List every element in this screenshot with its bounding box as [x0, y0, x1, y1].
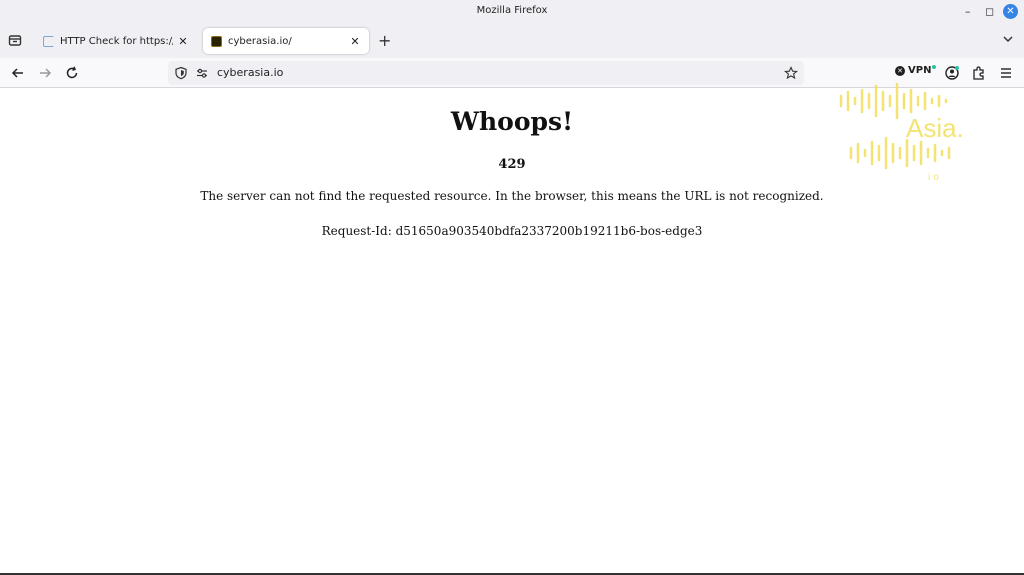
vpn-button[interactable]: ✕ VPN [895, 64, 937, 76]
http-check-favicon-icon [43, 35, 54, 47]
tab-label: HTTP Check for https://cybe [60, 35, 173, 47]
tab-strip: HTTP Check for https://cybe ✕ cyberasia.… [0, 24, 1024, 58]
extensions-puzzle-icon[interactable] [971, 65, 987, 81]
close-tab-icon[interactable]: ✕ [177, 35, 189, 48]
window-titlebar: Mozilla Firefox – ◻ ✕ [0, 0, 1024, 24]
url-bar[interactable]: cyberasia.io [168, 61, 804, 85]
forward-arrow-icon[interactable] [37, 65, 53, 81]
close-tab-icon[interactable]: ✕ [349, 35, 361, 48]
firefox-view-icon[interactable] [8, 33, 22, 47]
chevron-down-icon[interactable] [1002, 33, 1014, 45]
back-arrow-icon[interactable] [10, 65, 26, 81]
tab-cyberasia[interactable]: cyberasia.io/ ✕ [203, 28, 369, 54]
vpn-label: VPN [908, 65, 932, 76]
reload-icon[interactable] [64, 65, 80, 81]
url-text[interactable]: cyberasia.io [217, 66, 283, 79]
cyberasia-logo-watermark: Asia. io [839, 82, 964, 182]
window-title: Mozilla Firefox [476, 5, 548, 16]
watermark-suffix: io [928, 172, 942, 182]
maximize-button[interactable]: ◻ [985, 5, 994, 19]
vpn-icon: ✕ [895, 65, 905, 76]
shield-icon[interactable] [174, 66, 188, 80]
bookmark-star-icon[interactable] [784, 66, 798, 80]
request-id: Request-Id: d51650a903540bdfa2337200b192… [321, 224, 703, 238]
minimize-button[interactable]: – [965, 5, 971, 19]
menu-hamburger-icon[interactable] [998, 65, 1014, 81]
watermark-word: Asia. [906, 113, 964, 143]
new-tab-button[interactable]: + [378, 32, 391, 50]
close-window-button[interactable]: ✕ [1003, 4, 1018, 19]
cyberasia-favicon-icon [211, 35, 222, 47]
vpn-status-badge [932, 64, 937, 69]
error-message: The server can not find the requested re… [200, 189, 824, 203]
account-icon[interactable] [944, 65, 960, 81]
tab-label: cyberasia.io/ [228, 35, 292, 47]
site-settings-icon[interactable] [195, 66, 209, 80]
tab-http-check[interactable]: HTTP Check for https://cybe ✕ [35, 28, 197, 54]
